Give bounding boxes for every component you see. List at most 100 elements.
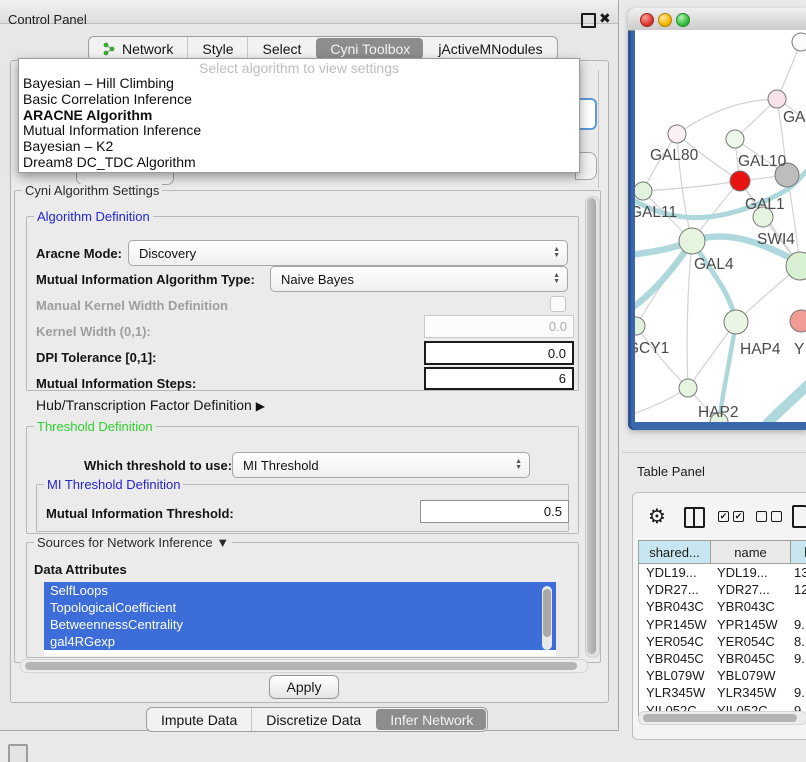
table-row[interactable]: YER054CYER054C8. [639, 633, 806, 650]
combo-arrows-icon: ▲▼ [553, 241, 560, 265]
scrollbar-thumb[interactable] [587, 198, 596, 654]
table-panel-divider [622, 452, 806, 453]
network-node[interactable] [668, 125, 686, 143]
algorithm-option[interactable]: Bayesian – K2 [19, 139, 579, 155]
table-cell: YPR145W [711, 617, 791, 632]
table-cell: YDR27... [639, 582, 711, 597]
bottom-tab-discretize-data[interactable]: Discretize Data [251, 708, 375, 731]
hub-definition-disclosure[interactable]: Hub/Transcription Factor Definition ▶ [36, 397, 265, 413]
which-threshold-value: MI Threshold [243, 458, 319, 473]
algorithm-dropdown-popup: Select algorithm to view settings Bayesi… [18, 58, 580, 173]
mi-steps-field[interactable]: 6 [424, 367, 574, 390]
tab-network[interactable]: Network [89, 37, 187, 60]
network-node[interactable] [724, 310, 748, 334]
float-window-icon[interactable] [581, 13, 596, 28]
panel-grip-icon[interactable] [8, 744, 28, 762]
dpi-tolerance-field[interactable]: 0.0 [424, 341, 574, 365]
table-cell: YLR345W [639, 685, 711, 700]
gear-icon[interactable]: ⚙ [648, 504, 666, 529]
checked-box-icon[interactable]: ✔ [733, 511, 744, 522]
node-label: GCY1 [635, 340, 669, 357]
which-threshold-combobox[interactable]: MI Threshold ▲▼ [232, 452, 530, 478]
bottom-tab-infer-network[interactable]: Infer Network [376, 709, 486, 730]
data-attribute-item[interactable]: TopologicalCoefficient [44, 599, 556, 616]
zoom-traffic-light-icon[interactable] [676, 13, 690, 27]
scrollbar-thumb[interactable] [25, 662, 577, 670]
table-column-header[interactable]: name [711, 541, 791, 563]
table-cell: YER054C [711, 634, 791, 649]
node-label: GAL1 [745, 196, 785, 213]
table-cell: YBR045C [639, 651, 711, 666]
algorithm-dropdown-placeholder: Select algorithm to view settings [19, 59, 579, 76]
minimize-traffic-light-icon[interactable] [658, 13, 672, 27]
kernel-width-field[interactable]: 0.0 [424, 315, 574, 338]
aracne-mode-value: Discovery [139, 246, 196, 261]
manual-kernel-checkbox[interactable] [550, 296, 566, 312]
mi-type-label: Mutual Information Algorithm Type: [36, 272, 255, 287]
tab-jactivemnodules[interactable]: jActiveMNodules [424, 37, 556, 60]
settings-vertical-scrollbar[interactable] [585, 196, 600, 658]
unchecked-box-icon[interactable] [756, 511, 767, 522]
network-node[interactable] [679, 228, 705, 254]
control-panel-titlebar [0, 0, 618, 24]
table-row[interactable]: YLR345WYLR345W9. [639, 684, 806, 701]
dpi-tolerance-label: DPI Tolerance [0,1]: [36, 350, 156, 365]
aracne-mode-combobox[interactable]: Discovery ▲▼ [128, 240, 568, 266]
table-row[interactable]: YPR145WYPR145W9. [639, 616, 806, 633]
network-node[interactable] [730, 171, 750, 191]
unchecked-box-icon[interactable] [771, 511, 782, 522]
table-row[interactable]: YBR043CYBR043C [639, 598, 806, 615]
checked-box-icon[interactable]: ✔ [718, 511, 729, 522]
algorithm-option[interactable]: Mutual Information Inference [19, 123, 579, 139]
network-window-titlebar [628, 8, 806, 31]
data-attributes-label: Data Attributes [34, 562, 127, 577]
network-node[interactable] [635, 317, 645, 335]
table-cell: 9. [791, 617, 806, 632]
table-row[interactable]: YDR27...YDR27...12 [639, 581, 806, 598]
sources-group-title[interactable]: Sources for Network Inference ▼ [34, 536, 232, 549]
list-vertical-scrollbar[interactable] [542, 586, 552, 650]
network-node[interactable] [635, 182, 652, 200]
tab-cyni-toolbox[interactable]: Cyni Toolbox [316, 38, 423, 59]
table-row[interactable]: YBR045CYBR045C9. [639, 650, 806, 667]
table-horizontal-scrollbar[interactable] [638, 711, 806, 725]
mi-threshold-field[interactable]: 0.5 [420, 500, 569, 523]
network-node[interactable] [726, 130, 744, 148]
data-attribute-item[interactable]: gal4RGexp [44, 633, 556, 650]
settings-horizontal-scrollbar[interactable] [20, 659, 588, 673]
network-node[interactable] [679, 379, 697, 397]
manual-kernel-label: Manual Kernel Width Definition [36, 298, 228, 313]
network-node[interactable] [768, 90, 786, 108]
table-cell: YDR27... [711, 582, 791, 597]
split-pane-icon[interactable] [684, 507, 705, 528]
apply-button[interactable]: Apply [269, 675, 339, 699]
data-attribute-item[interactable]: SelfLoops [44, 582, 556, 599]
network-node[interactable] [792, 33, 806, 51]
mi-type-combobox[interactable]: Naive Bayes ▲▼ [270, 266, 568, 292]
table-row[interactable]: YBL079WYBL079W [639, 667, 806, 684]
scrollbar-thumb[interactable] [643, 714, 797, 722]
table-column-header[interactable]: shared... [639, 541, 711, 563]
table-cell: YBR045C [711, 651, 791, 666]
network-node[interactable] [790, 310, 806, 332]
file-icon[interactable] [792, 505, 806, 528]
tab-style[interactable]: Style [187, 37, 247, 60]
node-label: GAL10 [738, 153, 787, 170]
algorithm-option[interactable]: Dream8 DC_TDC Algorithm [19, 155, 579, 171]
bottom-tab-impute-data[interactable]: Impute Data [147, 708, 251, 731]
close-icon[interactable]: ✖ [599, 10, 611, 27]
network-canvas[interactable]: GALGAL80GAL10GAL1GAL11SWI4GAL4GCY1HAP4YH… [635, 30, 806, 422]
data-attribute-item[interactable]: BetweennessCentrality [44, 616, 556, 633]
network-nodes[interactable] [635, 33, 806, 422]
table-row[interactable]: YDL19...YDL19...13 [639, 564, 806, 581]
scrollbar-thumb[interactable] [543, 589, 551, 637]
algorithm-option[interactable]: Basic Correlation Inference [19, 92, 579, 108]
disclosure-down-icon: ▼ [216, 535, 229, 550]
app-screen: Control Panel ✖ NetworkStyleSelectCyni T… [0, 0, 806, 762]
tab-select[interactable]: Select [247, 37, 315, 60]
threshold-definition-title: Threshold Definition [34, 420, 156, 433]
algorithm-option[interactable]: ARACNE Algorithm [19, 108, 579, 124]
close-traffic-light-icon[interactable] [640, 13, 654, 27]
algorithm-option[interactable]: Bayesian – Hill Climbing [19, 76, 579, 92]
table-column-header[interactable] [791, 541, 806, 563]
